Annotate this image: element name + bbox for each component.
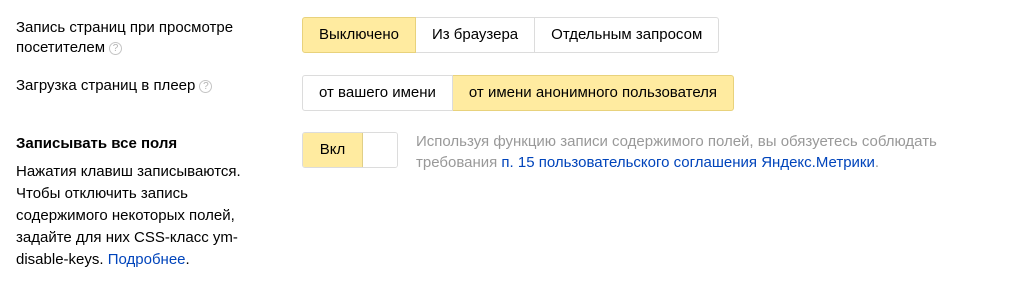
- hint-prefix: требования: [416, 154, 502, 171]
- hint-suffix: .: [874, 154, 880, 171]
- page-recording-label-line1: Запись страниц при просмотре: [16, 19, 234, 36]
- description-line: disable-keys.: [16, 251, 104, 268]
- description-line: содержимого некоторых полей,: [16, 207, 235, 224]
- option-from-browser-button[interactable]: Из браузера: [415, 17, 536, 53]
- player-loading-segmented-control: от вашего имени от имени анонимного поль…: [302, 75, 735, 111]
- page-recording-label-line2: посетителем: [16, 39, 106, 56]
- help-icon[interactable]: ?: [199, 80, 213, 93]
- record-all-fields-hint: Используя функцию записи содержимого пол…: [416, 131, 1006, 173]
- toggle-on-label: Вкл: [303, 133, 363, 167]
- page-recording-segmented-control: Выключено Из браузера Отдельным запросом: [302, 17, 720, 53]
- more-link[interactable]: Подробнее: [108, 251, 186, 268]
- record-all-fields-title: Записывать все поля: [16, 135, 178, 152]
- record-all-fields-toggle[interactable]: Вкл: [302, 132, 398, 168]
- player-loading-label-text: Загрузка страниц в плеер: [16, 77, 196, 94]
- option-separate-request-button[interactable]: Отдельным запросом: [535, 17, 720, 53]
- page-recording-label: Запись страниц при просмотре посетителем…: [16, 18, 233, 58]
- more-link-suffix: .: [185, 251, 190, 268]
- description-line: Нажатия клавиш записываются.: [16, 163, 241, 180]
- hint-line1: Используя функцию записи содержимого пол…: [416, 133, 937, 150]
- option-disabled-button[interactable]: Выключено: [302, 17, 416, 53]
- toggle-knob: [363, 133, 397, 167]
- description-line: Чтобы отключить запись: [16, 185, 188, 202]
- user-agreement-link[interactable]: п. 15 пользовательского соглашения Яндек…: [501, 154, 874, 171]
- option-anonymous-user-button[interactable]: от имени анонимного пользователя: [452, 75, 735, 111]
- option-on-your-behalf-button[interactable]: от вашего имени: [302, 75, 453, 111]
- description-line: задайте для них CSS-класс ym-: [16, 229, 238, 246]
- help-icon[interactable]: ?: [109, 42, 123, 55]
- record-all-fields-description: Нажатия клавиш записываются. Чтобы отклю…: [16, 161, 266, 271]
- player-loading-label: Загрузка страниц в плеер?: [16, 76, 213, 96]
